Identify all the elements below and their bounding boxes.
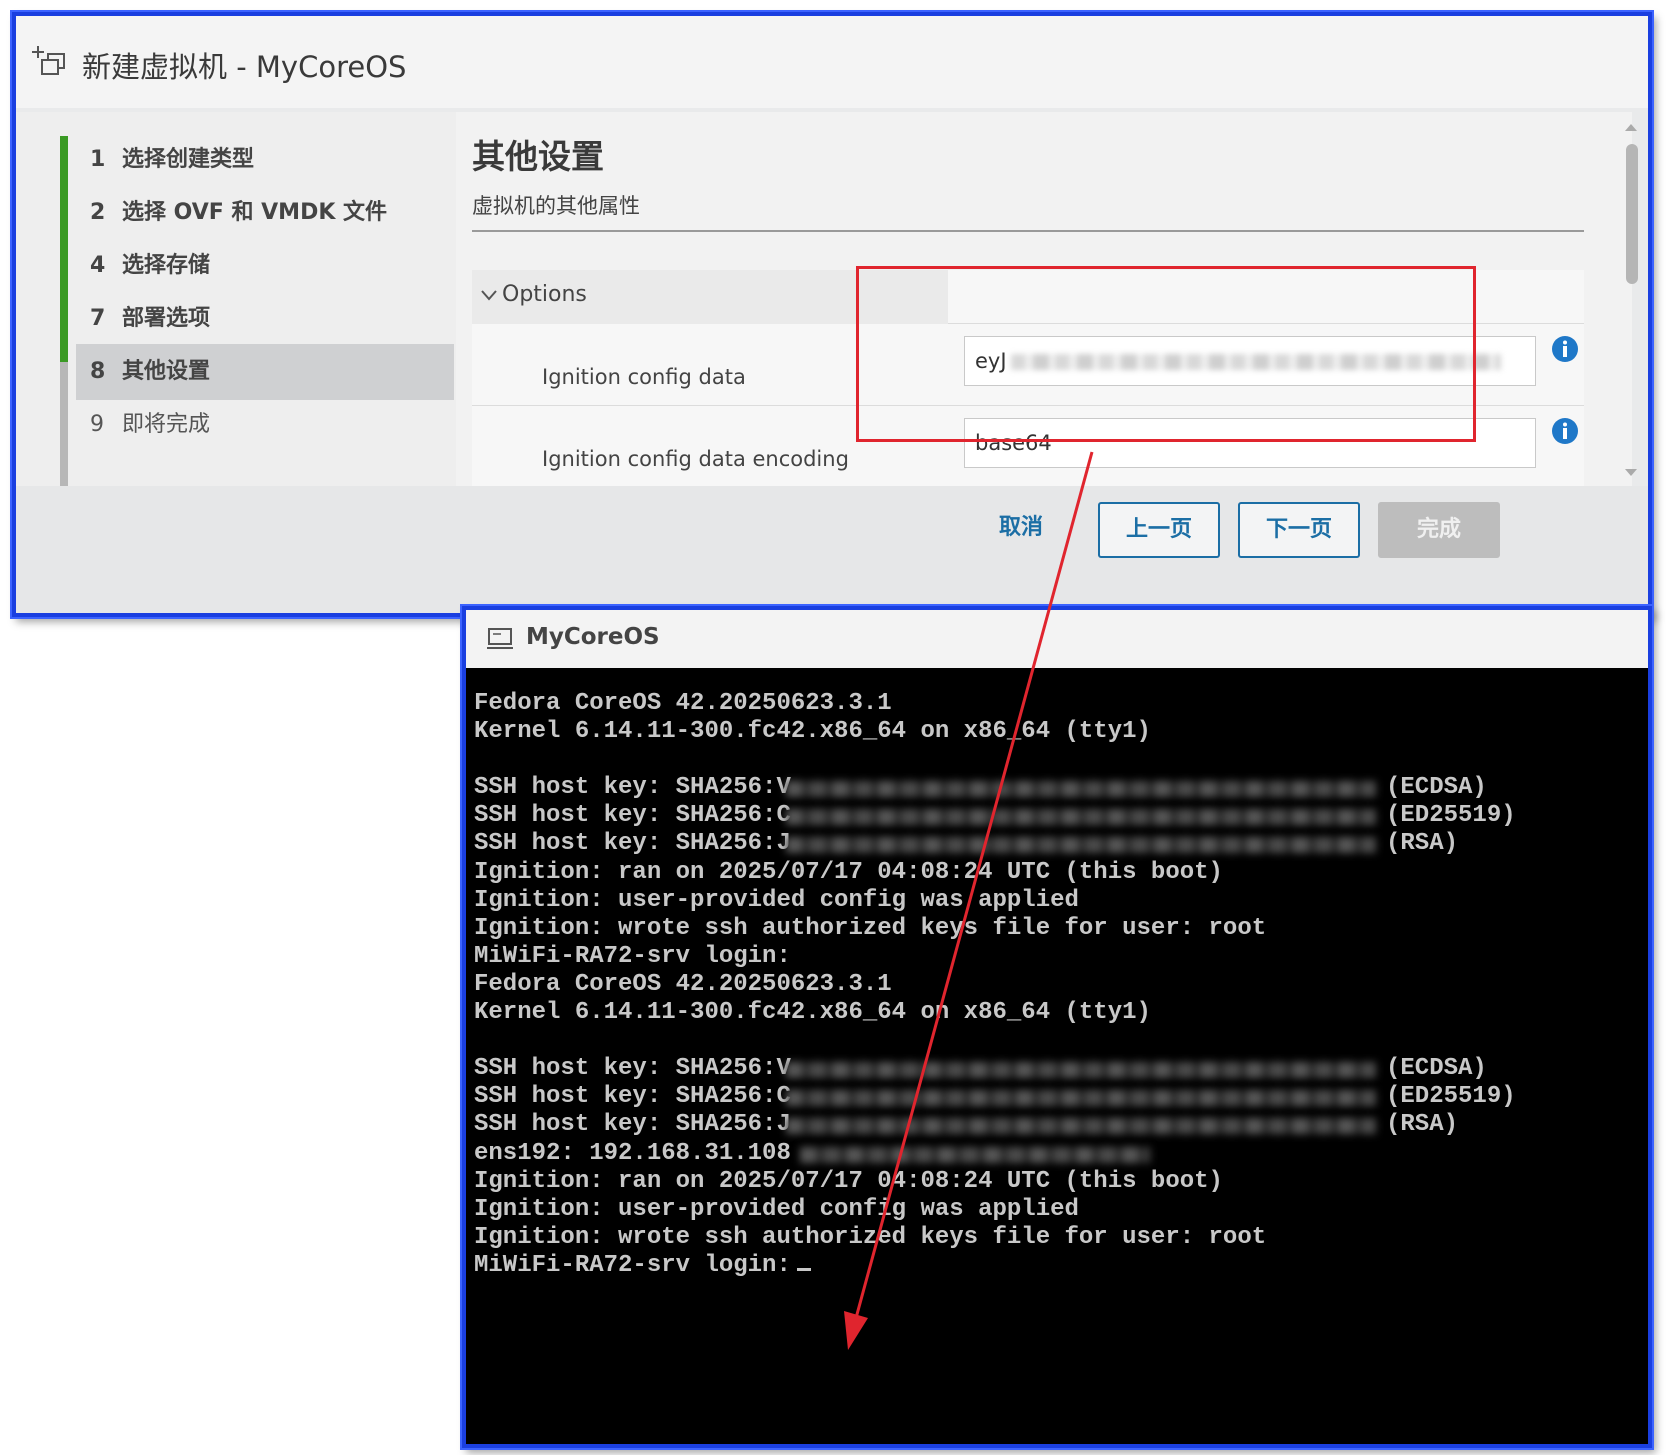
new-vm-icon <box>32 46 65 75</box>
step-ready-to-complete[interactable]: 9 即将完成 <box>76 397 454 453</box>
redacted-value <box>786 1062 1376 1079</box>
redacted-value <box>786 809 1376 826</box>
redacted-value <box>786 1118 1376 1135</box>
terminal-cursor <box>796 1267 811 1271</box>
wizard-steps-nav: 1 选择创建类型 2 选择 OVF 和 VMDK 文件 4 选择存储 7 部署选项 8其… <box>16 112 456 526</box>
step-select-ovf-vmdk[interactable]: 2 选择 OVF 和 VMDK 文件 <box>76 185 454 241</box>
ignition-config-data-label: Ignition config data <box>542 365 746 389</box>
pending-steps-rail <box>60 362 68 486</box>
options-group-label: Options <box>502 282 587 307</box>
terminal-line: Kernel 6.14.11-300.fc42.x86_64 on x86_64… <box>474 999 1151 1027</box>
divider <box>472 230 1584 232</box>
wizard-footer: 取消 上一页 下一页 完成 <box>16 486 1648 613</box>
redacted-value <box>786 1090 1376 1107</box>
terminal-line: Ignition: ran on 2025/07/17 04:08:24 UTC… <box>474 1167 1223 1195</box>
redacted-value <box>786 837 1376 854</box>
next-button[interactable]: 下一页 <box>1238 502 1360 558</box>
terminal-line: Ignition: user-provided config was appli… <box>474 886 1079 914</box>
finish-button[interactable]: 完成 <box>1378 502 1500 558</box>
step-select-storage[interactable]: 4 选择存储 <box>76 238 454 294</box>
chevron-down-icon[interactable] <box>480 288 498 302</box>
terminal-line: SSH host key: SHA256:J (RSA) <box>474 1111 1459 1139</box>
terminal-line: SSH host key: SHA256:C (ED25519) <box>474 802 1516 830</box>
terminal-line: Ignition: wrote ssh authorized keys file… <box>474 1223 1267 1251</box>
console-terminal[interactable]: Fedora CoreOS 42.20250623.3.1 Kernel 6.1… <box>474 690 1644 1280</box>
scrollbar-thumb[interactable] <box>1626 144 1638 284</box>
page-subtitle: 虚拟机的其他属性 <box>472 194 640 218</box>
completed-steps-rail <box>60 136 68 362</box>
cancel-button[interactable]: 取消 <box>976 502 1066 558</box>
step-deployment-options[interactable]: 7 部署选项 <box>76 291 454 347</box>
page-title: 其他设置 <box>472 137 604 176</box>
terminal-line: Kernel 6.14.11-300.fc42.x86_64 on x86_64… <box>474 718 1151 746</box>
previous-button[interactable]: 上一页 <box>1098 502 1220 558</box>
terminal-line: Ignition: ran on 2025/07/17 04:08:24 UTC… <box>474 858 1223 886</box>
highlight-box <box>856 266 1476 442</box>
terminal-line: SSH host key: SHA256:C (ED25519) <box>474 1083 1516 1111</box>
terminal-line: MiWiFi-RA72-srv login: <box>474 942 791 970</box>
redacted-value <box>786 781 1376 798</box>
terminal-line: Ignition: user-provided config was appli… <box>474 1195 1079 1223</box>
terminal-line: Ignition: wrote ssh authorized keys file… <box>474 914 1267 942</box>
terminal-line: SSH host key: SHA256:J (RSA) <box>474 830 1459 858</box>
terminal-line: MiWiFi-RA72-srv login: <box>474 1252 1644 1280</box>
redacted-value <box>800 1146 1150 1163</box>
terminal-line: Fedora CoreOS 42.20250623.3.1 <box>474 970 892 998</box>
wizard-title-bar: 新建虚拟机 - MyCoreOS <box>16 16 1648 108</box>
ignition-config-encoding-label: Ignition config data encoding <box>542 447 849 471</box>
scroll-down-arrow-icon[interactable] <box>1624 468 1638 478</box>
console-title: MyCoreOS <box>526 624 660 650</box>
terminal-line: ens192: 192.168.31.108 <box>474 1140 1644 1168</box>
terminal-line: Fedora CoreOS 42.20250623.3.1 <box>474 690 892 717</box>
info-icon[interactable] <box>1550 416 1580 446</box>
scroll-up-arrow-icon[interactable] <box>1624 122 1638 132</box>
console-icon <box>487 628 513 649</box>
terminal-line: SSH host key: SHA256:V (ECDSA) <box>474 774 1487 802</box>
terminal-line: SSH host key: SHA256:V (ECDSA) <box>474 1055 1487 1083</box>
vm-console-window: MyCoreOS Fedora CoreOS 42.20250623.3.1 K… <box>462 606 1652 1448</box>
wizard-title: 新建虚拟机 - MyCoreOS <box>82 50 407 84</box>
console-title-bar: MyCoreOS <box>466 610 1648 668</box>
step-select-creation-type[interactable]: 1 选择创建类型 <box>76 132 454 188</box>
info-icon[interactable] <box>1550 334 1580 364</box>
step-additional-settings[interactable]: 8 其他设置 <box>76 344 454 400</box>
